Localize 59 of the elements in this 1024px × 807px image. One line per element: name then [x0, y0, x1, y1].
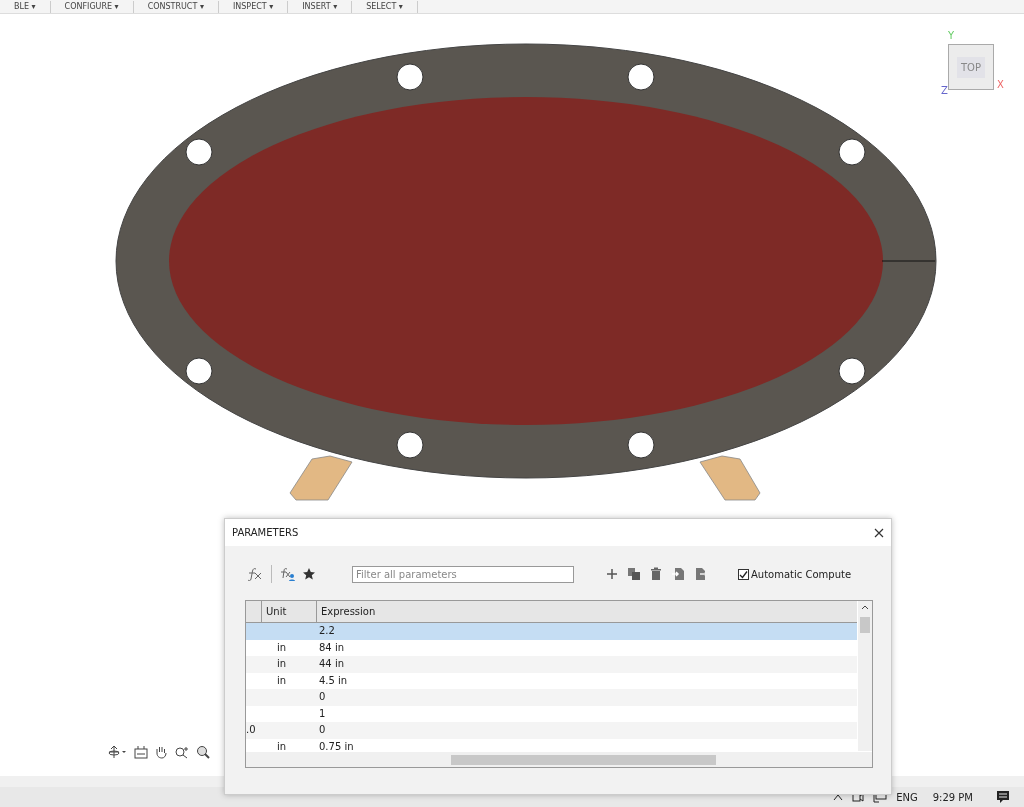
vertical-scrollbar[interactable] [858, 601, 872, 751]
table-row[interactable]: in 4.5 in [246, 672, 857, 689]
clock[interactable]: 9:29 PM [932, 791, 973, 803]
menu-item[interactable]: SELECT ▾ [352, 0, 418, 13]
trash-icon[interactable] [650, 567, 662, 581]
table-cell: in [277, 674, 287, 686]
scroll-up-icon[interactable] [861, 605, 869, 610]
table-row[interactable]: in 0.75 in [246, 738, 857, 751]
table-row[interactable]: 2.2 [246, 623, 857, 640]
notification-icon[interactable] [996, 790, 1010, 804]
column-header[interactable]: Expression [316, 601, 857, 622]
axis-label: X [997, 79, 1004, 90]
menu-item[interactable]: INSPECT ▾ [218, 0, 289, 13]
chevron-up-icon[interactable] [833, 793, 844, 801]
menu-item[interactable]: CONSTRUCT ▾ [133, 0, 219, 13]
column-header[interactable]: Unit [261, 601, 316, 622]
look-at-icon[interactable] [134, 745, 148, 759]
table-cell: 2.2 [319, 625, 335, 637]
filter-field[interactable]: Filter all parameters [352, 565, 574, 583]
table-cell: .0 [246, 724, 256, 736]
menu-item[interactable]: BLE ▾ [0, 0, 51, 13]
menu-item[interactable]: INSERT ▾ [288, 0, 353, 13]
orbit-icon[interactable] [108, 745, 128, 759]
table-cell: in [277, 658, 287, 670]
pan-icon[interactable] [154, 745, 168, 759]
import-icon[interactable] [671, 567, 685, 581]
table-row[interactable]: 0 [246, 689, 857, 706]
table-row[interactable]: .0 0 [246, 722, 857, 739]
axis-label: Z [941, 85, 948, 96]
table-cell: 0 [319, 724, 326, 736]
checkbox-label: Automatic Compute [751, 568, 852, 580]
menu-item[interactable]: CONFIGURE ▾ [50, 0, 134, 13]
horizontal-scrollbar[interactable] [246, 752, 872, 767]
zoom-icon[interactable] [174, 745, 190, 759]
function-icon[interactable] [247, 567, 263, 581]
table-cell: 44 in [319, 658, 345, 670]
star-icon[interactable] [302, 567, 316, 581]
table-cell: in [277, 740, 287, 751]
table-cell: 0 [319, 691, 326, 703]
add-icon[interactable] [606, 568, 618, 580]
scrollbar-thumb[interactable] [860, 617, 870, 633]
language-indicator[interactable]: ENG [896, 791, 918, 803]
user-function-icon[interactable] [280, 567, 296, 581]
zoom-window-icon[interactable] [196, 745, 210, 759]
scrollbar-thumb[interactable] [451, 755, 716, 765]
close-icon[interactable] [874, 527, 884, 538]
table-cell: 4.5 in [319, 674, 348, 686]
copy-icon[interactable] [627, 567, 641, 581]
table-row[interactable]: in 44 in [246, 656, 857, 673]
automatic-compute-checkbox[interactable] [738, 568, 749, 580]
axis-label: Y [948, 30, 955, 41]
table-cell: 0.75 in [319, 740, 354, 751]
table-row[interactable]: in 84 in [246, 639, 857, 656]
table-cell: 84 in [319, 641, 345, 653]
dialog-title: PARAMETERS [232, 527, 299, 538]
table-cell: 1 [319, 707, 326, 719]
table-row[interactable]: 1 [246, 705, 857, 722]
export-icon[interactable] [694, 567, 708, 581]
table-cell: in [277, 641, 287, 653]
